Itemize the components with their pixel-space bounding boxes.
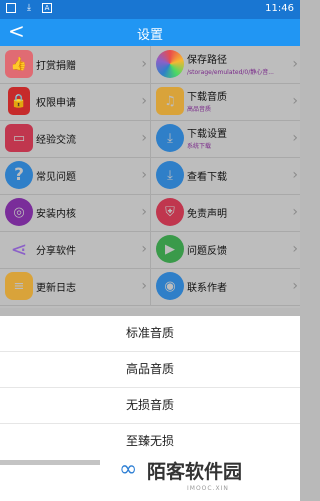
menu-item-donate[interactable]: 👍 打赏捐赠 ›	[0, 46, 150, 83]
play-store-icon: ▶	[156, 235, 184, 263]
watermark-logo: ∞ 陌客软件园 IMOOC.XIN	[119, 455, 294, 497]
chevron-right-icon: ›	[141, 278, 147, 294]
share-icon: ⋖	[10, 237, 28, 261]
menu-item-label: 安装内核	[36, 209, 76, 220]
status-time: 11:46	[265, 3, 294, 14]
menu-item-label: 分享软件	[36, 246, 76, 257]
menu-item-label: 打赏捐赠	[36, 61, 76, 72]
option-high-quality[interactable]: 高品音质	[0, 352, 300, 388]
thumbs-up-icon: 👍	[5, 50, 33, 78]
ring-icon: ◎	[5, 198, 33, 226]
status-bar: ⤓ A 11:46	[0, 0, 300, 19]
chevron-right-icon: ›	[292, 241, 298, 257]
menu-item-save-path[interactable]: 保存路径 /storage/emulated/0/静心音... ›	[150, 46, 301, 83]
menu-item-changelog[interactable]: ≡ 更新日志 ›	[0, 268, 150, 305]
grid-row: ? 常见问题 › ⤓ 查看下载 ›	[0, 157, 300, 195]
lock-icon: 🔒	[8, 87, 30, 115]
chevron-right-icon: ›	[141, 93, 147, 109]
page-title: 设置	[136, 28, 163, 43]
menu-item-label: 保存路径	[187, 55, 227, 66]
menu-item-subtitle: /storage/emulated/0/静心音...	[187, 69, 274, 76]
menu-item-label: 问题反馈	[187, 246, 227, 257]
menu-item-discussion[interactable]: ▭ 经验交流 ›	[0, 120, 150, 157]
chevron-right-icon: ›	[292, 204, 298, 220]
download-view-icon: ⤓	[156, 161, 184, 189]
menu-item-download-settings[interactable]: ⤓ 下载设置 系统下载 ›	[150, 120, 301, 157]
a-icon: A	[42, 3, 52, 13]
menu-item-view-downloads[interactable]: ⤓ 查看下载 ›	[150, 157, 301, 194]
menu-item-label: 下载设置	[187, 129, 227, 140]
watermark-mark-icon: ∞	[119, 457, 138, 482]
download-icon: ⤓	[27, 3, 31, 13]
option-ultimate-lossless[interactable]: 至臻无损	[0, 424, 300, 459]
menu-item-feedback[interactable]: ▶ 问题反馈 ›	[150, 231, 301, 268]
chevron-right-icon: ›	[292, 93, 298, 109]
shield-icon: ⛨	[156, 198, 184, 226]
menu-item-label: 下载音质	[187, 92, 227, 103]
chevron-right-icon: ›	[292, 278, 298, 294]
coins-icon: ≡	[5, 272, 33, 300]
option-lossless-quality[interactable]: 无损音质	[0, 388, 300, 424]
chevron-right-icon: ›	[141, 167, 147, 183]
menu-item-label: 经验交流	[36, 135, 76, 146]
menu-item-label: 更新日志	[36, 283, 76, 294]
grid-row: ≡ 更新日志 › ◉ 联系作者 ›	[0, 268, 300, 306]
watermark-text: 陌客软件园	[147, 461, 243, 483]
chat-icon: ▭	[5, 124, 33, 152]
menu-item-label: 联系作者	[187, 283, 227, 294]
menu-item-contact-author[interactable]: ◉ 联系作者 ›	[150, 268, 301, 305]
color-wheel-icon	[156, 50, 184, 78]
menu-item-permissions[interactable]: 🔒 权限申请 ›	[0, 83, 150, 120]
watermark-url: IMOOC.XIN	[187, 485, 229, 492]
menu-item-faq[interactable]: ? 常见问题 ›	[0, 157, 150, 194]
grid-row: ◎ 安装内核 › ⛨ 免责声明 ›	[0, 194, 300, 232]
chevron-right-icon: ›	[141, 130, 147, 146]
settings-grid: 👍 打赏捐赠 › 保存路径 /storage/emulated/0/静心音...…	[0, 46, 300, 308]
grid-row: ▭ 经验交流 › ⤓ 下载设置 系统下载 ›	[0, 120, 300, 158]
chevron-right-icon: ›	[292, 130, 298, 146]
menu-item-label: 免责声明	[187, 209, 227, 220]
chevron-right-icon: ›	[141, 204, 147, 220]
question-icon: ?	[5, 161, 33, 189]
menu-item-share[interactable]: ⋖ 分享软件 ›	[0, 231, 150, 268]
chevron-right-icon: ›	[292, 56, 298, 72]
grid-row: 👍 打赏捐赠 › 保存路径 /storage/emulated/0/静心音...…	[0, 46, 300, 84]
title-bar: < 设置	[0, 19, 300, 46]
menu-item-download-quality[interactable]: ♫ 下载音质 高品音质 ›	[150, 83, 301, 120]
menu-item-label: 常见问题	[36, 172, 76, 183]
menu-item-subtitle: 高品音质	[187, 106, 212, 113]
menu-item-disclaimer[interactable]: ⛨ 免责声明 ›	[150, 194, 301, 231]
square-icon	[6, 3, 16, 13]
chevron-right-icon: ›	[292, 167, 298, 183]
menu-item-subtitle: 系统下载	[187, 143, 212, 150]
grid-row: 🔒 权限申请 › ♫ 下载音质 高品音质 ›	[0, 83, 300, 121]
menu-item-label: 查看下载	[187, 172, 227, 183]
divider	[0, 460, 100, 465]
music-note-icon: ♫	[156, 87, 184, 115]
menu-item-install-kernel[interactable]: ◎ 安装内核 ›	[0, 194, 150, 231]
chevron-right-icon: ›	[141, 56, 147, 72]
grid-row: ⋖ 分享软件 › ▶ 问题反馈 ›	[0, 231, 300, 269]
download-circle-icon: ⤓	[156, 124, 184, 152]
option-standard-quality[interactable]: 标准音质	[0, 316, 300, 352]
menu-item-label: 权限申请	[36, 98, 76, 109]
qq-icon: ◉	[156, 272, 184, 300]
chevron-right-icon: ›	[141, 241, 147, 257]
